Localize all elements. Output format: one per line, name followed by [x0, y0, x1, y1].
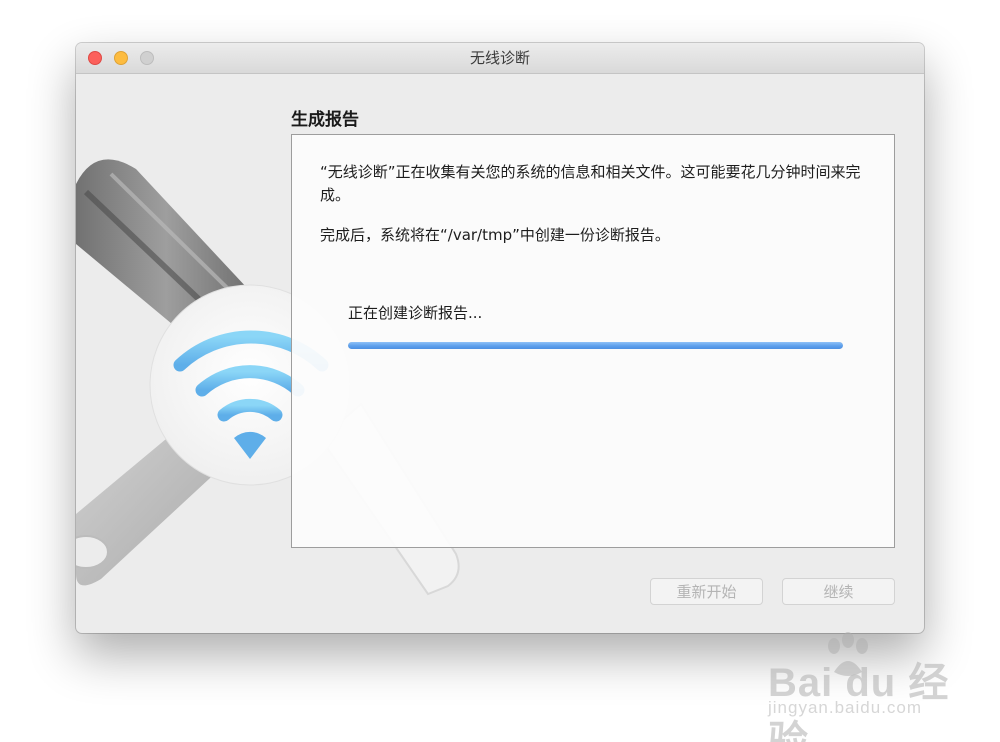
report-location-paragraph: 完成后，系统将在“/var/tmp”中创建一份诊断报告。 — [320, 226, 670, 244]
info-paragraph: “无线诊断”正在收集有关您的系统的信息和相关文件。这可能要花几分钟时间来完成。 — [320, 163, 861, 204]
restart-button[interactable]: 重新开始 — [650, 578, 763, 605]
wireless-diagnostics-window: 无线诊断 生成报告 “无线诊断”正在收集有关您的系统的信息和相关文件。这可能要花… — [76, 43, 924, 633]
progress-bar-fill — [348, 342, 843, 349]
window-title: 无线诊断 — [469, 49, 530, 67]
report-panel: “无线诊断”正在收集有关您的系统的信息和相关文件。这可能要花几分钟时间来完成。 … — [291, 134, 895, 548]
watermark-brand: Bai du 经验 — [768, 661, 950, 742]
continue-button[interactable]: 继续 — [782, 578, 895, 605]
watermark-url: jingyan.baidu.com — [768, 698, 923, 717]
titlebar[interactable]: 无线诊断 — [76, 43, 924, 74]
progress-bar — [348, 342, 843, 349]
progress-status: 正在创建诊断报告... — [348, 304, 483, 322]
watermark: Bai du 经验 jingyan.baidu.com — [760, 630, 960, 742]
desktop-background: 无线诊断 生成报告 “无线诊断”正在收集有关您的系统的信息和相关文件。这可能要花… — [0, 0, 1000, 742]
section-heading: 生成报告 — [291, 110, 359, 130]
